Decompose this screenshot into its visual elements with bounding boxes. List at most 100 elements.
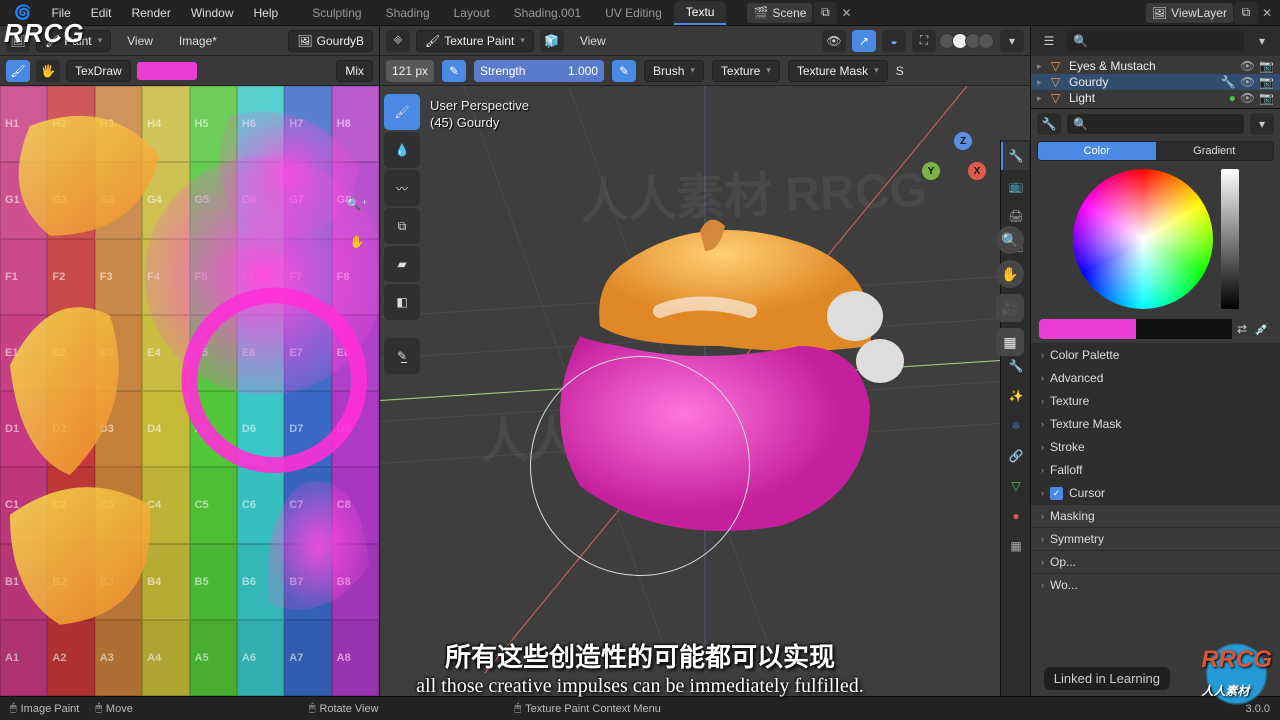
color-gradient-toggle[interactable]: Color Gradient (1037, 141, 1274, 161)
chevron-right-icon[interactable]: ▸ (1037, 61, 1047, 72)
viewlayer-close-icon[interactable]: ✕ (1258, 6, 1276, 20)
tab-layout[interactable]: Layout (442, 2, 502, 24)
menu-file[interactable]: File (41, 2, 80, 24)
scene-picker[interactable]: 🎬 Scene (746, 2, 813, 24)
scene-new-icon[interactable]: ⧉ (813, 2, 837, 24)
radius-pressure-icon[interactable]: ✎ (442, 60, 466, 82)
image-brush-prev-icon[interactable]: 🖐 (36, 60, 60, 82)
panel-advanced[interactable]: ›Advanced (1031, 367, 1280, 389)
checkbox-checked-icon[interactable]: ✓ (1050, 487, 1063, 500)
eye-icon[interactable]: 👁 (1240, 59, 1255, 73)
xray-icon[interactable]: ⛶ (912, 30, 936, 52)
chevron-right-icon[interactable]: ▸ (1037, 93, 1047, 104)
panel-truncated[interactable]: ›Wo... (1031, 574, 1280, 596)
smear-tool-icon[interactable]: 〰 (384, 170, 420, 206)
image-brush-active-icon[interactable]: 🖌 (6, 60, 30, 82)
texture-mask-menu[interactable]: Texture Mask▾ (788, 60, 888, 82)
viewport-editor-type-icon[interactable]: 🞜 (386, 30, 410, 52)
scene-close-icon[interactable]: ✕ (837, 6, 855, 20)
brush-menu[interactable]: Brush▾ (644, 60, 704, 82)
outliner-item-eyes-mustach[interactable]: ▸▽Eyes & Mustach👁📷 (1031, 58, 1280, 74)
pan-icon[interactable]: ✋ (996, 260, 1024, 288)
chevron-right-icon[interactable]: ▸ (1037, 77, 1047, 88)
props-options-icon[interactable]: ▾ (1250, 113, 1274, 135)
viewport-mode-dropdown[interactable]: 🖌Texture Paint▾ (416, 30, 534, 52)
zoom-icon[interactable]: 🔍⁺ (343, 190, 371, 218)
tab-sculpting[interactable]: Sculpting (300, 2, 373, 24)
viewlayer-new-icon[interactable]: ⧉ (1234, 2, 1258, 24)
pan-icon[interactable]: ✋ (343, 228, 371, 256)
gizmo-y[interactable]: Y (922, 162, 940, 180)
texture-menu[interactable]: Texture▾ (712, 60, 780, 82)
panel-falloff[interactable]: ›Falloff (1031, 459, 1280, 481)
viewlayer-picker[interactable]: 🖼 ViewLayer (1145, 2, 1234, 24)
panel-texture-mask[interactable]: ›Texture Mask (1031, 413, 1280, 435)
camera-render-icon[interactable]: 📷 (1259, 91, 1274, 105)
annotate-tool-icon[interactable]: ✎̲ (384, 338, 420, 374)
menu-edit[interactable]: Edit (81, 2, 122, 24)
tab-uvediting[interactable]: UV Editing (593, 2, 674, 24)
value-slider[interactable] (1221, 169, 1239, 309)
panel-cursor[interactable]: ›✓Cursor (1031, 482, 1280, 504)
strength-pressure-icon[interactable]: ✎ (612, 60, 636, 82)
camera-render-icon[interactable]: 📷 (1259, 75, 1274, 89)
gizmo-x[interactable]: X (968, 162, 986, 180)
props-type-icon[interactable]: 🔧 (1037, 113, 1061, 135)
select-visible-icon[interactable]: 👁 (822, 30, 846, 52)
image-selector[interactable]: 🖼GourdyB (288, 30, 373, 52)
panel-color-palette[interactable]: ›Color Palette (1031, 344, 1280, 366)
camera-render-icon[interactable]: 📷 (1259, 59, 1274, 73)
brush-radius-field[interactable]: 121 px (386, 60, 434, 82)
eyedropper-icon[interactable]: 💉 (1252, 322, 1272, 336)
primary-color-swatch[interactable] (1039, 319, 1136, 339)
brush-strength-field[interactable]: Strength 1.000 (474, 60, 604, 82)
menu-help[interactable]: Help (244, 2, 289, 24)
wrench-icon[interactable]: 🔧 (1221, 75, 1236, 89)
image-image-menu[interactable]: Image* (169, 30, 227, 52)
clone-tool-icon[interactable]: ⧉ (384, 208, 420, 244)
eye-icon[interactable]: 👁 (1240, 75, 1255, 89)
panel-truncated[interactable]: ›Op... (1031, 551, 1280, 573)
panel-symmetry[interactable]: ›Symmetry (1031, 528, 1280, 550)
outliner-item-gourdy[interactable]: ▸▽Gourdy🔧👁📷 (1031, 74, 1280, 90)
props-tab-tool[interactable]: 🔧 (1001, 142, 1029, 170)
color-wheel[interactable] (1073, 169, 1213, 309)
menu-render[interactable]: Render (121, 2, 180, 24)
image-blend-mode[interactable]: Mix (336, 60, 373, 82)
outliner-item-light[interactable]: ▸▽Light●👁📷 (1031, 90, 1280, 106)
viewport-orient-icon[interactable]: 🧊 (540, 30, 564, 52)
image-editor-mode-dropdown[interactable]: 🖌Paint▾ (36, 30, 111, 52)
blender-logo[interactable]: 🌀 (4, 0, 41, 25)
3d-viewport[interactable]: 人人素材 RRCG 人人素材 RRCG 🖌 💧 〰 ⧉ ▰ ◧ ✎̲ User … (380, 86, 1030, 696)
tab-color[interactable]: Color (1038, 142, 1156, 160)
soften-tool-icon[interactable]: 💧 (384, 132, 420, 168)
viewport-view-menu[interactable]: View (570, 30, 616, 52)
shading-mode-balls[interactable] (942, 33, 994, 49)
perspective-icon[interactable]: ▦ (996, 328, 1024, 356)
panel-stroke[interactable]: ›Stroke (1031, 436, 1280, 458)
props-tab-modifier[interactable]: 🔧 (1001, 352, 1029, 380)
tab-gradient[interactable]: Gradient (1156, 142, 1274, 160)
outliner-type-icon[interactable]: ☰ (1037, 30, 1061, 52)
props-search[interactable]: 🔍 (1067, 114, 1244, 134)
overlay-toggle-icon[interactable]: ◒ (882, 30, 906, 52)
swap-colors-icon[interactable]: ⇄ (1232, 322, 1252, 336)
gizmo-toggle-icon[interactable]: ↗ (852, 30, 876, 52)
outliner-filter-icon[interactable]: ▾ (1250, 30, 1274, 52)
outliner-search[interactable]: 🔍 (1067, 31, 1244, 51)
tab-texturepaint[interactable]: Textu (674, 1, 727, 25)
props-tab-data[interactable]: ▽ (1001, 472, 1029, 500)
props-tab-material[interactable]: ● (1001, 502, 1029, 530)
fill-tool-icon[interactable]: ▰ (384, 246, 420, 282)
tab-shading[interactable]: Shading (374, 2, 442, 24)
image-view-menu[interactable]: View (117, 30, 163, 52)
panel-masking[interactable]: ›Masking (1031, 505, 1280, 527)
draw-tool-icon[interactable]: 🖌 (384, 94, 420, 130)
shading-dropdown-icon[interactable]: ▾ (1000, 30, 1024, 52)
zoom-icon[interactable]: 🔍 (996, 226, 1024, 254)
props-tab-physics[interactable]: ⚛ (1001, 412, 1029, 440)
nav-gizmo[interactable]: Z Y X (924, 134, 984, 194)
mask-tool-icon[interactable]: ◧ (384, 284, 420, 320)
image-brush-picker[interactable]: TexDraw (66, 60, 131, 82)
props-tab-texture[interactable]: ▦ (1001, 532, 1029, 560)
